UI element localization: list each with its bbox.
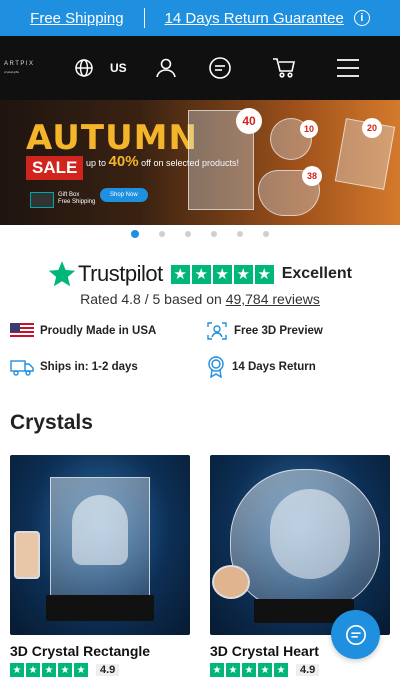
star-icon: ★ [74,663,88,677]
star-icon: ★ [210,663,224,677]
usa-flag-icon [10,323,34,339]
gift-line-2: Free Shipping [58,199,96,205]
sale-detail-pre: up to [86,158,107,168]
carousel-dot[interactable] [211,231,217,237]
user-icon[interactable] [155,57,177,79]
discount-tag-40: 40 [236,108,262,134]
star-icon: ★ [10,663,24,677]
carousel-dot[interactable] [237,231,243,237]
info-icon[interactable]: i [353,10,370,26]
rating-summary: Rated 4.8 / 5 based on 49,784 reviews [0,291,400,307]
feature-returns: 14 Days Return [206,356,396,378]
rating-word: Excellent [281,265,352,282]
carousel-dots [0,225,400,243]
hero-banner[interactable]: AUTUMN SALE up to 40% off on selected pr… [0,100,400,225]
artpix-logo[interactable]: ARTPIX crystal gifts [4,60,46,76]
logo-subtext: crystal gifts [4,70,20,74]
feature-shipping: Ships in: 1-2 days [10,357,200,377]
globe-icon[interactable] [74,58,94,78]
product-card[interactable]: 3D Crystal Rectangle ★ ★ ★ ★ ★ 4.9 [10,455,190,677]
star-icon: ★ [254,264,274,284]
gift-text: Gift Box Free Shipping [58,192,95,206]
carousel-dot[interactable] [131,230,139,238]
star-icon: ★ [242,663,256,677]
promo-divider [143,8,145,28]
rating-value: 4.9 [296,664,320,676]
star-icon: ★ [42,663,56,677]
rating-prefix: Rated 4.8 / 5 based on [80,291,226,307]
section-title: Crystals [10,411,93,434]
star-icon: ★ [58,663,72,677]
star-icon: ★ [226,663,240,677]
discount-tag-38: 38 [302,166,322,186]
chat-bubble-icon [345,624,366,645]
trustpilot-star-icon [48,261,76,287]
discount-tag-20: 20 [362,118,382,138]
cart-icon[interactable] [272,57,296,79]
star-icon: ★ [170,264,190,284]
trustpilot-widget[interactable]: Trustpilot ★ ★ ★ ★ ★ Excellent [0,259,400,289]
region-selector[interactable]: US [110,61,127,75]
carousel-dot[interactable] [185,231,191,237]
product-rating: ★ ★ ★ ★ ★ 4.9 [210,663,390,677]
star-icon: ★ [258,663,272,677]
features-grid: Proudly Made in USA Free 3D Preview Ship… [0,321,400,378]
carousel-dot[interactable] [159,231,165,237]
star-icon: ★ [191,264,211,284]
reviews-link[interactable]: 49,784 reviews [226,291,320,307]
shop-now-button[interactable]: Shop Now [100,188,148,202]
discount-tag-10: 10 [300,120,318,138]
logo-text: ARTPIX [4,61,35,67]
truck-icon [10,360,34,376]
top-navigation: ARTPIX crystal gifts US [0,36,400,100]
feature-label: Free 3D Preview [234,325,323,337]
preview-3d-icon [207,322,227,340]
trustpilot-stars: ★ ★ ★ ★ ★ [170,264,274,284]
live-chat-button[interactable] [331,610,380,659]
sale-label: SALE [26,156,84,180]
gift-line-1: Gift Box [58,192,80,198]
feature-3d-preview: Free 3D Preview [206,321,396,341]
feature-made-in-usa: Proudly Made in USA [10,321,200,341]
sale-percent: 40% [108,153,139,170]
badge-icon [208,356,224,378]
feature-label: Proudly Made in USA [40,325,157,337]
carousel-dot[interactable] [263,231,269,237]
free-shipping-link[interactable]: Free Shipping [30,10,123,27]
star-icon: ★ [233,264,253,284]
return-guarantee-link[interactable]: 14 Days Return Guarantee [165,10,344,27]
gift-box-image [30,192,54,208]
feature-label: 14 Days Return [232,361,316,373]
trustpilot-brand: Trustpilot [78,261,163,286]
chat-icon[interactable] [208,56,232,80]
product-title[interactable]: 3D Crystal Rectangle [10,643,190,659]
star-icon: ★ [212,264,232,284]
product-image-rectangle[interactable] [10,455,190,635]
promo-bar: Free Shipping 14 Days Return Guarantee i [0,0,400,36]
product-image-heart[interactable] [210,455,390,635]
product-rating: ★ ★ ★ ★ ★ 4.9 [10,663,190,677]
menu-icon[interactable] [336,58,360,78]
star-icon: ★ [26,663,40,677]
rating-value: 4.9 [96,664,120,676]
feature-label: Ships in: 1-2 days [40,361,138,373]
hero-headline: AUTUMN [26,118,198,158]
star-icon: ★ [274,663,288,677]
